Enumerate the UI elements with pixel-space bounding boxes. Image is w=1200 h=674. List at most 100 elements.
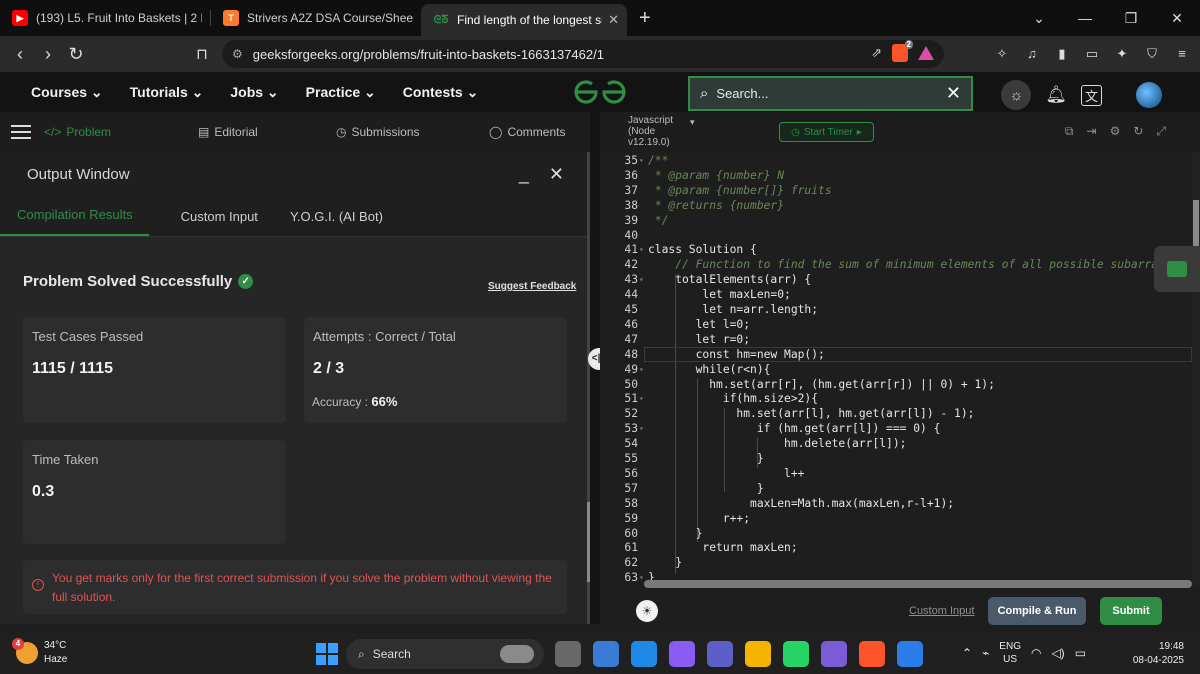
forward-icon[interactable]: › bbox=[34, 44, 62, 65]
wallet-icon[interactable]: ▭ bbox=[1082, 44, 1102, 64]
custom-input-link[interactable]: Custom Input bbox=[909, 605, 974, 617]
vpn-icon[interactable]: ⛉ bbox=[1142, 44, 1162, 64]
editor-horizontal-scrollbar[interactable] bbox=[644, 580, 1192, 588]
upload-icon[interactable]: ⇥ bbox=[1087, 124, 1097, 139]
teams-icon[interactable] bbox=[669, 641, 695, 667]
start-timer-button[interactable]: ◷ Start Timer ▸ bbox=[779, 122, 874, 142]
extensions-icon[interactable]: ✧ bbox=[992, 44, 1012, 64]
bookmark-icon[interactable]: ⊓ bbox=[188, 45, 216, 63]
reset-icon[interactable]: ↻ bbox=[1133, 124, 1143, 139]
card-label: Time Taken bbox=[32, 452, 99, 467]
windows-start-icon[interactable] bbox=[316, 643, 338, 665]
tab-custom-input[interactable]: Custom Input bbox=[181, 209, 258, 236]
browser-tab-striver[interactable]: T Strivers A2Z DSA Course/Sheet - Cra bbox=[211, 0, 421, 36]
chevron-down-icon: ▾ bbox=[690, 117, 695, 127]
fold-arrow-icon[interactable]: ▾ bbox=[639, 573, 644, 582]
avatar[interactable] bbox=[1136, 82, 1162, 108]
nav-practice[interactable]: Practice ⌄ bbox=[306, 84, 376, 101]
restore-icon[interactable]: ❐ bbox=[1108, 10, 1154, 27]
new-tab-button[interactable]: + bbox=[639, 8, 651, 28]
nav-contests[interactable]: Contests ⌄ bbox=[403, 84, 479, 101]
brave-shield-icon[interactable]: 2 bbox=[892, 40, 913, 62]
hamburger-icon[interactable] bbox=[11, 121, 31, 143]
reload-icon[interactable]: ↻ bbox=[62, 44, 90, 65]
chevron-up-icon[interactable]: ⌃ bbox=[962, 646, 972, 660]
close-window-icon[interactable]: ✕ bbox=[1154, 10, 1200, 27]
code-line: */ bbox=[648, 213, 669, 227]
browser-tab-youtube[interactable]: ▶ (193) L5. Fruit Into Baskets | 2 Point… bbox=[0, 0, 210, 36]
search-box[interactable]: ⌕ Search... ✕ bbox=[688, 76, 973, 111]
copy-icon[interactable]: ⧉ bbox=[1065, 124, 1074, 139]
clock[interactable]: 19:48 08-04-2025 bbox=[1128, 640, 1184, 668]
vscode-icon[interactable] bbox=[859, 641, 885, 667]
volume-icon[interactable]: ◁) bbox=[1051, 646, 1064, 660]
tab-problem[interactable]: </> Problem bbox=[44, 125, 111, 139]
input-language[interactable]: ENG US bbox=[999, 640, 1021, 666]
fullscreen-icon[interactable]: ⤢ bbox=[1156, 124, 1166, 139]
sidebar-icon[interactable]: ▮ bbox=[1052, 44, 1072, 64]
store-icon[interactable] bbox=[897, 641, 923, 667]
site-info-icon[interactable]: ⚙ bbox=[232, 47, 243, 61]
back-icon[interactable]: ‹ bbox=[6, 44, 34, 65]
nav-tutorials[interactable]: Tutorials ⌄ bbox=[130, 84, 204, 101]
scrollbar-thumb[interactable] bbox=[1193, 200, 1199, 248]
tab-submissions[interactable]: ◷ Submissions bbox=[336, 125, 420, 139]
fold-arrow-icon[interactable]: ▾ bbox=[639, 365, 644, 374]
teams-icon-2[interactable] bbox=[783, 641, 809, 667]
output-window-controls: _ ✕ bbox=[519, 164, 564, 185]
file-explorer-icon[interactable] bbox=[555, 641, 581, 667]
theme-toggle-icon[interactable]: ☼ bbox=[1001, 80, 1032, 110]
leo-ai-icon[interactable]: ✦ bbox=[1112, 44, 1132, 64]
weather-widget[interactable]: 4 34°C Haze bbox=[12, 638, 67, 667]
editor-scrollbar[interactable] bbox=[1192, 152, 1200, 585]
fold-arrow-icon[interactable]: ▾ bbox=[639, 424, 644, 433]
tab-search-icon[interactable]: ⌄ bbox=[1016, 10, 1062, 27]
submit-button[interactable]: Submit bbox=[1100, 597, 1162, 625]
tab-yogi-bot[interactable]: Y.O.G.I. (AI Bot) bbox=[290, 209, 383, 236]
search-input[interactable]: Search... bbox=[716, 86, 768, 101]
fold-arrow-icon[interactable]: ▾ bbox=[639, 394, 644, 403]
media-icon[interactable]: ♫ bbox=[1022, 44, 1042, 64]
brave-rewards-icon[interactable] bbox=[918, 46, 934, 60]
warning-banner: ! You get marks only for the first corre… bbox=[23, 560, 567, 614]
lightbulb-icon[interactable]: ☀ bbox=[636, 600, 658, 622]
translate-icon[interactable]: 文 bbox=[1080, 84, 1102, 106]
close-output-icon[interactable]: ✕ bbox=[549, 164, 564, 185]
url-field[interactable]: ⚙ geeksforgeeks.org/problems/fruit-into-… bbox=[222, 40, 944, 68]
wifi-icon[interactable]: ◠ bbox=[1031, 646, 1041, 660]
clear-search-icon[interactable]: ✕ bbox=[946, 83, 961, 104]
settings-icon[interactable]: ⚙ bbox=[1110, 124, 1121, 139]
edge-icon[interactable] bbox=[593, 641, 619, 667]
chat-button[interactable] bbox=[1154, 246, 1200, 292]
battery-icon[interactable]: ▭ bbox=[1075, 646, 1086, 660]
taskbar-search[interactable]: ⌕ Search bbox=[346, 639, 544, 669]
language-select[interactable]: Javascript (Node v12.19.0) ▾ bbox=[628, 115, 698, 148]
network-off-icon[interactable]: ⌁ bbox=[982, 646, 989, 660]
suggest-feedback-link[interactable]: Suggest Feedback bbox=[488, 281, 576, 292]
code-editor[interactable]: 35 ▾/** 36 * @param {number} N 37 * @param … bbox=[600, 152, 1192, 585]
close-tab-icon[interactable]: ✕ bbox=[602, 12, 619, 28]
tab-compilation-results[interactable]: Compilation Results bbox=[0, 207, 149, 236]
brave-icon[interactable] bbox=[821, 641, 847, 667]
folder-icon[interactable] bbox=[707, 641, 733, 667]
tab-comments[interactable]: ◯ Comments bbox=[489, 125, 565, 139]
nav-courses[interactable]: Courses ⌄ bbox=[31, 84, 103, 101]
fold-arrow-icon[interactable]: ▾ bbox=[639, 156, 644, 165]
compile-run-button[interactable]: Compile & Run bbox=[988, 597, 1086, 625]
notification-bell-icon[interactable]: 🔔︎ bbox=[1045, 85, 1067, 105]
menu-icon[interactable]: ≡ bbox=[1172, 44, 1192, 64]
code-line: * @returns {number} bbox=[648, 198, 785, 212]
lang-line1: ENG bbox=[999, 641, 1021, 652]
tab-editorial[interactable]: ▤ Editorial bbox=[198, 125, 258, 139]
whatsapp-icon[interactable] bbox=[745, 641, 771, 667]
fold-arrow-icon[interactable]: ▾ bbox=[639, 275, 644, 284]
copilot-icon[interactable] bbox=[631, 641, 657, 667]
minimize-icon[interactable]: — bbox=[1062, 10, 1108, 26]
nav-jobs[interactable]: Jobs ⌄ bbox=[230, 84, 278, 101]
nav-label: Jobs bbox=[230, 83, 264, 100]
gfg-logo[interactable] bbox=[572, 78, 628, 106]
share-icon[interactable]: ⇗ bbox=[871, 45, 882, 61]
browser-tab-gfg[interactable]: ᘓᘕ Find length of the longest suba ✕ bbox=[421, 4, 627, 36]
fold-arrow-icon[interactable]: ▾ bbox=[639, 245, 644, 254]
minimize-output-icon[interactable]: _ bbox=[519, 164, 529, 185]
